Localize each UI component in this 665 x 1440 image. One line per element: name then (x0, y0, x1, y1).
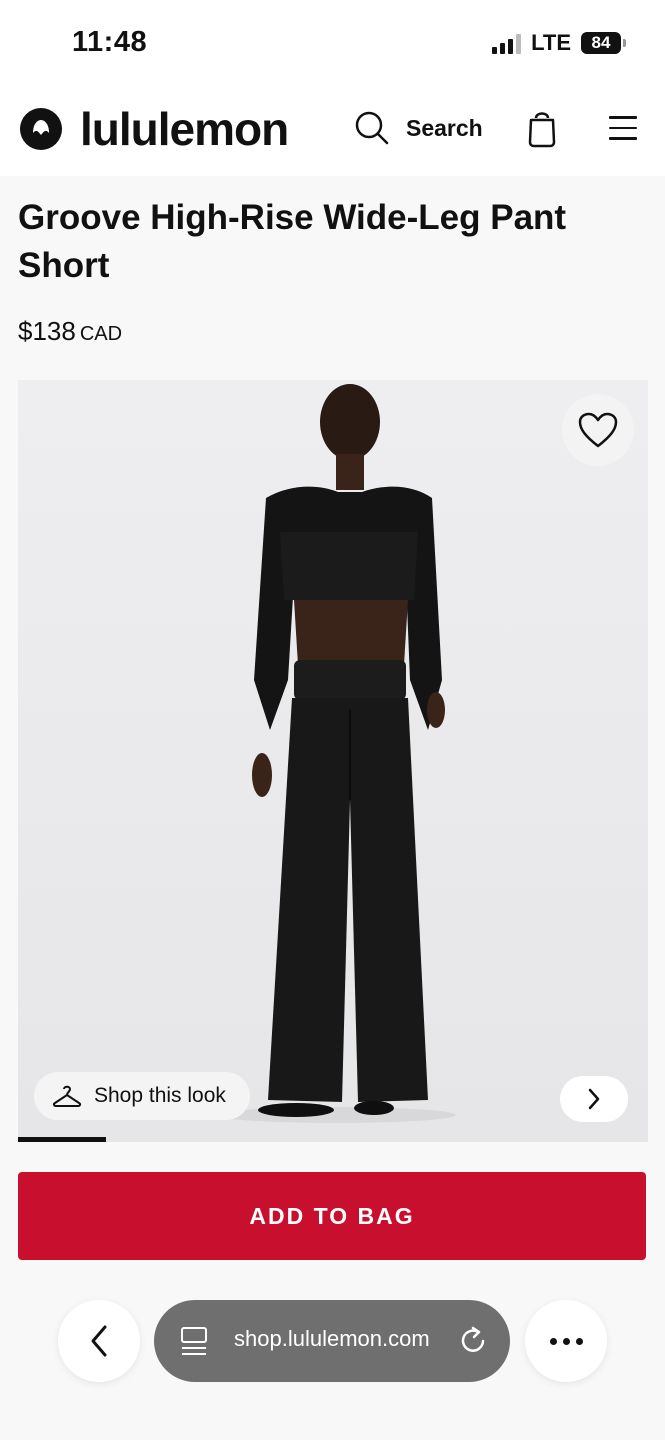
network-label: LTE (531, 30, 571, 55)
product-page: Groove High-Rise Wide-Leg Pant Short $13… (0, 176, 665, 1440)
wishlist-button[interactable] (562, 394, 634, 466)
gallery-progress-fill (18, 1137, 107, 1142)
reload-icon[interactable] (458, 1326, 488, 1356)
url-text: shop.lululemon.com (234, 1326, 430, 1351)
status-time: 11:48 (72, 26, 148, 58)
brand-wordmark[interactable]: lululemon (80, 102, 289, 156)
add-to-bag-button[interactable]: ADD TO BAG (18, 1172, 646, 1260)
product-image[interactable]: Shop this look (18, 380, 648, 1142)
chevron-left-icon (91, 1325, 107, 1357)
shop-this-look-label: Shop this look (94, 1084, 226, 1107)
price-amount: $138 (18, 316, 76, 346)
more-icon[interactable] (525, 1300, 607, 1382)
search-button[interactable]: Search (354, 110, 483, 146)
product-title: Groove High-Rise Wide-Leg Pant Short (18, 198, 567, 285)
browser-back-button[interactable] (58, 1300, 140, 1382)
menu-icon[interactable] (609, 116, 637, 148)
chevron-right-icon (588, 1088, 600, 1110)
search-label: Search (406, 114, 483, 141)
search-icon (355, 111, 389, 145)
signal-icon (492, 32, 522, 54)
shopping-bag-icon (528, 112, 556, 148)
address-bar[interactable]: shop.lululemon.com (154, 1300, 510, 1382)
battery-level: 84 (591, 33, 611, 52)
model-figure (216, 384, 456, 1123)
status-indicators: LTE 84 (492, 30, 626, 56)
site-header: lululemon Search (0, 88, 665, 176)
battery-icon: 84 (581, 32, 626, 54)
price-currency: CAD (79, 323, 123, 345)
product-price: $138 CAD (18, 316, 122, 347)
gallery-progress (18, 1137, 648, 1142)
shopping-bag-button[interactable] (526, 108, 558, 153)
next-image-button[interactable] (560, 1076, 628, 1122)
lululemon-logo-icon[interactable] (20, 108, 62, 150)
status-bar: 11:48 LTE 84 (0, 0, 665, 88)
tabs-icon[interactable] (180, 1326, 208, 1356)
shop-this-look-button[interactable]: Shop this look (34, 1072, 250, 1120)
hanger-icon (52, 1085, 82, 1107)
heart-icon (578, 412, 618, 448)
